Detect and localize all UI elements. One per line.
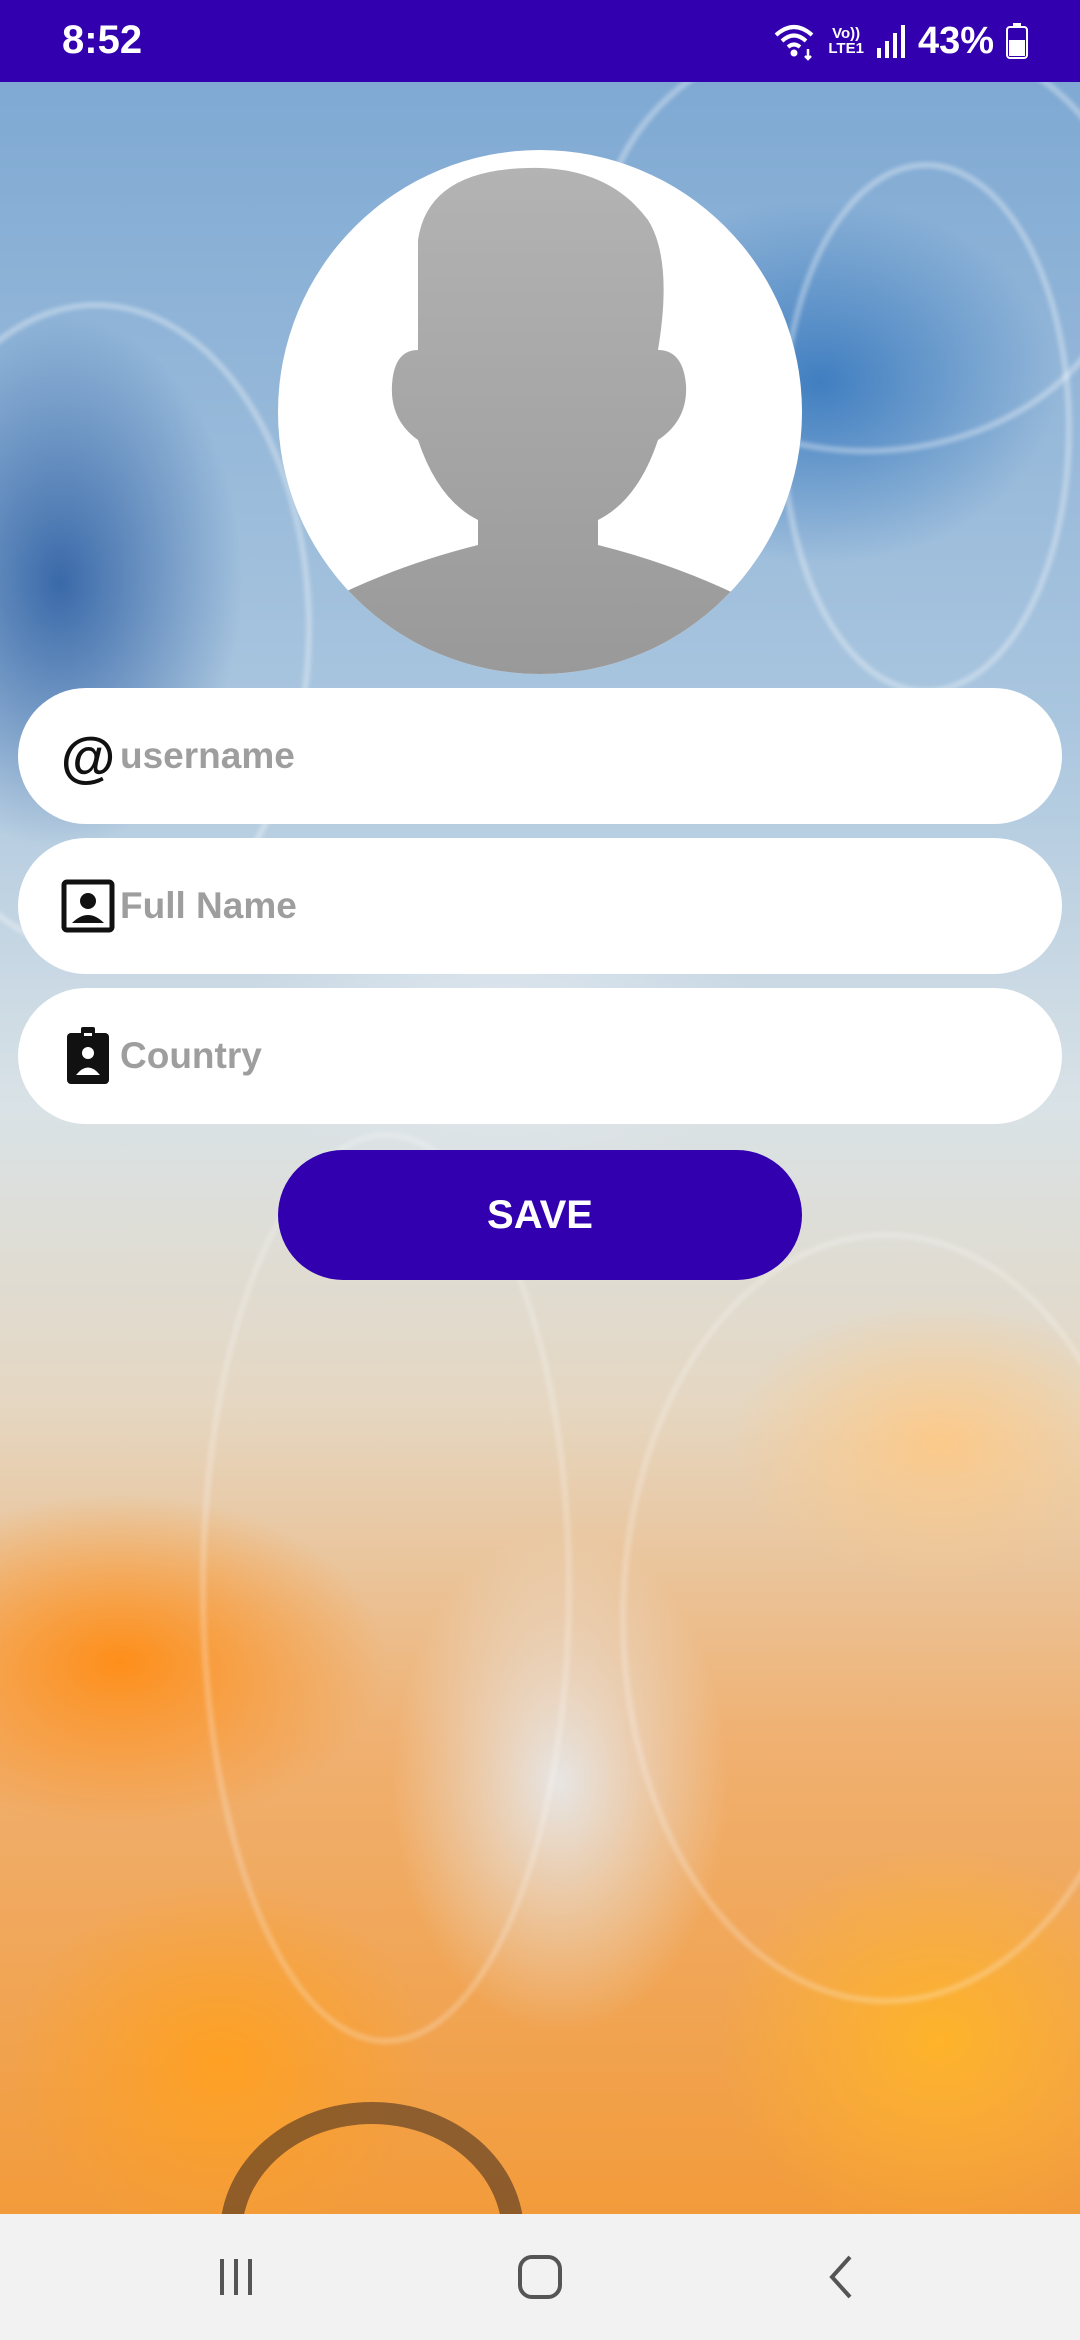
fullname-input[interactable] (118, 865, 1022, 947)
status-time: 8:52 (62, 18, 143, 62)
at-sign-icon: @ (60, 724, 116, 788)
username-field[interactable]: @ (18, 688, 1062, 824)
home-button[interactable] (510, 2252, 570, 2302)
recents-button[interactable] (206, 2252, 266, 2302)
recents-icon (220, 2259, 252, 2295)
country-field[interactable] (18, 988, 1062, 1124)
id-badge-icon (58, 1026, 118, 1086)
network-type-label: Vo)) LTE1 (828, 25, 864, 57)
country-input[interactable] (118, 1015, 1022, 1097)
navigation-bar (0, 2214, 1080, 2340)
contact-card-icon (58, 876, 118, 936)
wifi-icon (775, 25, 814, 61)
battery-percentage: 43% (917, 19, 994, 62)
home-icon (518, 2255, 562, 2299)
signal-icon (876, 25, 905, 58)
save-button[interactable]: SAVE (278, 1150, 802, 1280)
fullname-field[interactable] (18, 838, 1062, 974)
status-icons: Vo)) LTE1 43% (772, 16, 1028, 66)
username-input[interactable] (118, 715, 1022, 797)
profile-avatar[interactable] (278, 150, 802, 674)
status-bar: 8:52 Vo)) LTE1 43% (0, 0, 1080, 82)
person-silhouette-icon (328, 167, 748, 674)
back-button[interactable] (812, 2252, 872, 2302)
back-icon (829, 2255, 852, 2299)
battery-icon (1006, 23, 1028, 59)
